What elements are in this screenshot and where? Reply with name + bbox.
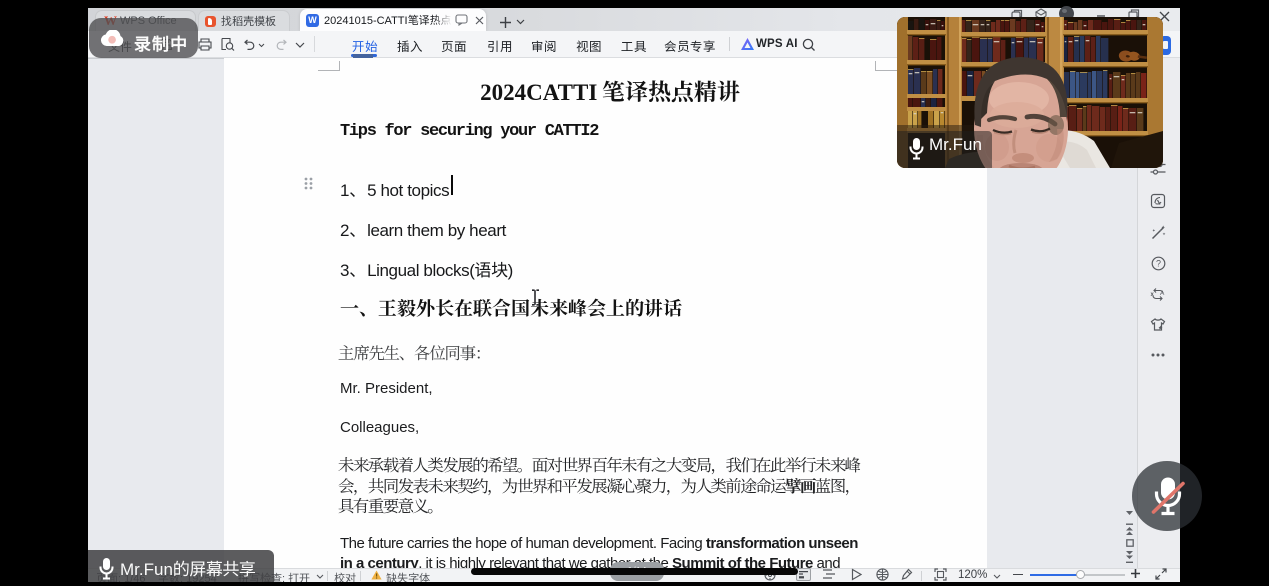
svg-text:?: ? — [1156, 259, 1161, 269]
svg-text:A: A — [1160, 290, 1165, 297]
